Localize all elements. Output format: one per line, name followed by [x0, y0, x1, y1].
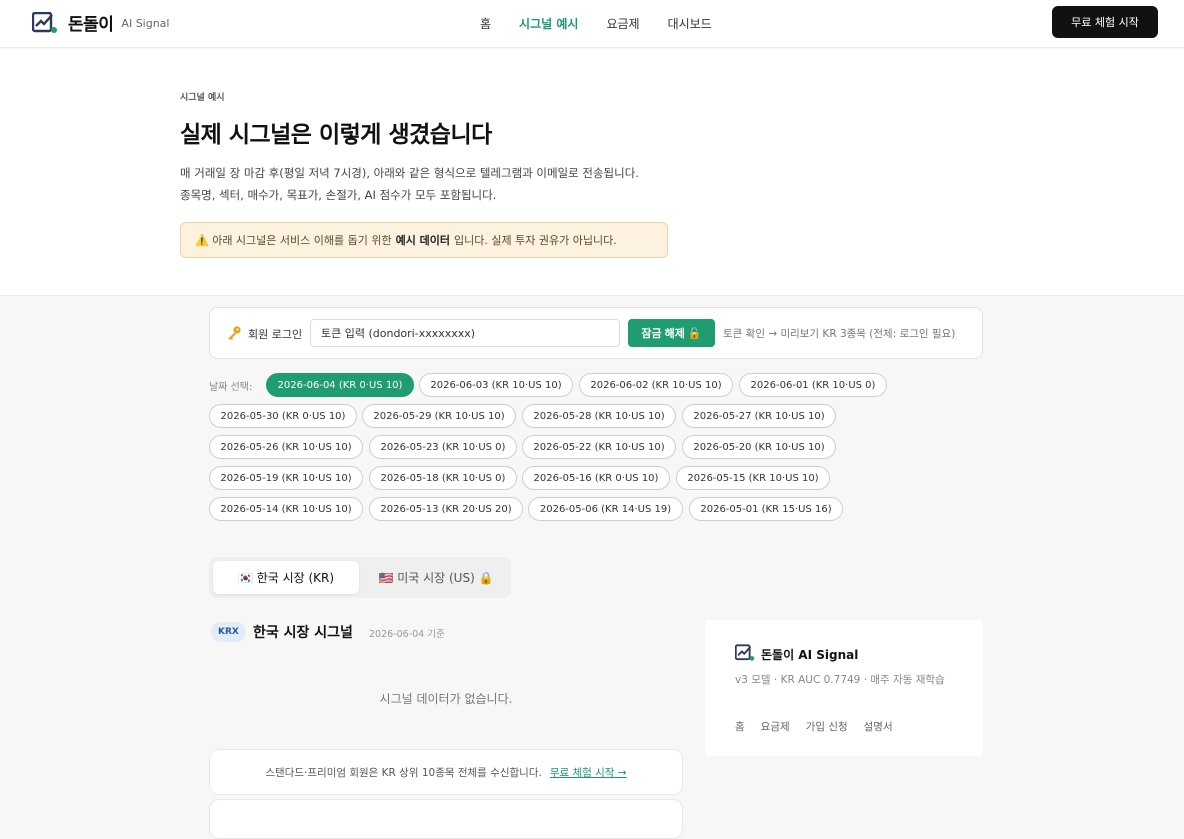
- date-chip[interactable]: 2026-05-01 (KR 15·US 16): [689, 497, 843, 521]
- date-chip[interactable]: 2026-05-26 (KR 10·US 10): [209, 435, 363, 459]
- date-chip[interactable]: 2026-06-02 (KR 10·US 10): [579, 373, 733, 397]
- card-link-pricing[interactable]: 요금제: [761, 719, 790, 734]
- tab-us-market[interactable]: 🇺🇸 미국 시장 (US) 🔒: [365, 561, 507, 594]
- hero-description: 매 거래일 장 마감 후(평일 저녁 7시경), 아래와 같은 형식으로 텔레그…: [180, 162, 639, 206]
- empty-state-message: 시그널 데이터가 없습니다.: [379, 692, 513, 706]
- brand-name: 돈돌이: [68, 15, 114, 35]
- date-chip[interactable]: 2026-06-01 (KR 10·US 0): [739, 373, 887, 397]
- card-description: v3 모델 · KR AUC 0.7749 · 매주 자동 재학습: [735, 674, 945, 686]
- section-date: 2026-06-04 기준: [369, 629, 445, 640]
- date-chip[interactable]: 2026-06-04 (KR 0·US 10): [266, 373, 414, 397]
- date-chip[interactable]: 2026-05-16 (KR 0·US 10): [522, 466, 670, 490]
- date-chip[interactable]: 2026-05-28 (KR 10·US 10): [522, 404, 676, 428]
- eyebrow-label: 시그널 예시: [180, 93, 225, 103]
- nav-home[interactable]: 홈: [480, 15, 491, 32]
- hero-desc-line-1: 매 거래일 장 마감 후(평일 저녁 7시경), 아래와 같은 형식으로 텔레그…: [180, 166, 639, 180]
- upsell-free-trial-link[interactable]: 무료 체험 시작 →: [550, 765, 627, 780]
- date-select-label: 날짜 선택:: [209, 382, 253, 393]
- date-chip[interactable]: 2026-05-06 (KR 14·US 19): [528, 497, 683, 521]
- token-input[interactable]: [310, 319, 620, 347]
- brand-logo-link[interactable]: 돈돌이 AI Signal: [32, 10, 169, 35]
- notice-text-bold: 예시 데이터: [395, 234, 451, 247]
- brand-subtitle: AI Signal: [121, 17, 170, 30]
- date-chip[interactable]: 2026-05-18 (KR 10·US 0): [369, 466, 517, 490]
- main-nav: 홈 시그널 예시 요금제 대시보드: [480, 15, 712, 32]
- hero-desc-line-2: 종목명, 섹터, 매수가, 목표가, 손절가, AI 점수가 모두 포함됩니다.: [180, 188, 497, 202]
- hero-section: 시그널 예시 실제 시그널은 이렇게 생겼습니다 매 거래일 장 마감 후(평일…: [0, 49, 1184, 296]
- tab-korea-market[interactable]: 🇰🇷 한국 시장 (KR): [213, 561, 359, 594]
- login-hint: 토큰 확인 → 미리보기 KR 3종목 (전체: 로그인 필요): [723, 328, 956, 340]
- locked-signal-card: [209, 799, 683, 839]
- brand-info-card: 돈돌이 AI Signal v3 모델 · KR AUC 0.7749 · 매주…: [705, 620, 983, 756]
- nav-pricing[interactable]: 요금제: [606, 15, 639, 32]
- card-links: 홈 요금제 가입 신청 설명서: [735, 719, 893, 734]
- date-chip[interactable]: 2026-05-13 (KR 20·US 20): [369, 497, 523, 521]
- notice-text-post: 입니다. 실제 투자 권유가 아닙니다.: [454, 234, 617, 247]
- login-label: 회원 로그인: [248, 328, 303, 341]
- upsell-text: 스탠다드·프리미엄 회원은 KR 상위 10종목 전체를 수신합니다.: [265, 766, 542, 779]
- date-chip[interactable]: 2026-05-22 (KR 10·US 10): [522, 435, 676, 459]
- page-title: 실제 시그널은 이렇게 생겼습니다: [180, 122, 492, 148]
- date-chip[interactable]: 2026-05-15 (KR 10·US 10): [676, 466, 830, 490]
- chart-check-logo-icon: [735, 644, 755, 661]
- date-chip[interactable]: 2026-05-20 (KR 10·US 10): [682, 435, 836, 459]
- card-link-home[interactable]: 홈: [735, 719, 745, 734]
- nav-dashboard[interactable]: 대시보드: [668, 15, 712, 32]
- free-trial-button[interactable]: 무료 체험 시작: [1052, 6, 1158, 38]
- date-chip[interactable]: 2026-05-27 (KR 10·US 10): [682, 404, 836, 428]
- example-data-notice: ⚠️ 아래 시그널은 서비스 이해를 돕기 위한 예시 데이터 입니다. 실제 …: [180, 222, 668, 258]
- chart-check-logo-icon: [32, 11, 57, 33]
- card-title: 돈돌이 AI Signal: [761, 648, 859, 662]
- top-navigation-bar: 돈돌이 AI Signal 홈 시그널 예시 요금제 대시보드 무료 체험 시작: [0, 0, 1184, 48]
- unlock-button[interactable]: 잠금 해제 🔓: [628, 319, 715, 347]
- key-icon: [228, 326, 241, 340]
- upsell-banner: 스탠다드·프리미엄 회원은 KR 상위 10종목 전체를 수신합니다. 무료 체…: [209, 749, 683, 795]
- date-chip[interactable]: 2026-05-19 (KR 10·US 10): [209, 466, 363, 490]
- krx-badge: KRX: [211, 622, 246, 642]
- nav-signal-example[interactable]: 시그널 예시: [519, 15, 578, 32]
- date-chip[interactable]: 2026-05-14 (KR 10·US 10): [209, 497, 363, 521]
- card-link-manual[interactable]: 설명서: [864, 719, 893, 734]
- date-chip[interactable]: 2026-06-03 (KR 10·US 10): [419, 373, 573, 397]
- date-chip[interactable]: 2026-05-29 (KR 10·US 10): [362, 404, 516, 428]
- card-link-signup[interactable]: 가입 신청: [806, 719, 848, 734]
- member-login-box: 회원 로그인 잠금 해제 🔓 토큰 확인 → 미리보기 KR 3종목 (전체: …: [209, 307, 983, 359]
- date-chip[interactable]: 2026-05-23 (KR 10·US 0): [369, 435, 517, 459]
- market-tabs: 🇰🇷 한국 시장 (KR) 🇺🇸 미국 시장 (US) 🔒: [209, 557, 511, 598]
- section-title: 한국 시장 시그널: [253, 625, 353, 641]
- date-chip[interactable]: 2026-05-30 (KR 0·US 10): [209, 404, 357, 428]
- notice-text-pre: ⚠️ 아래 시그널은 서비스 이해를 돕기 위한: [195, 234, 392, 247]
